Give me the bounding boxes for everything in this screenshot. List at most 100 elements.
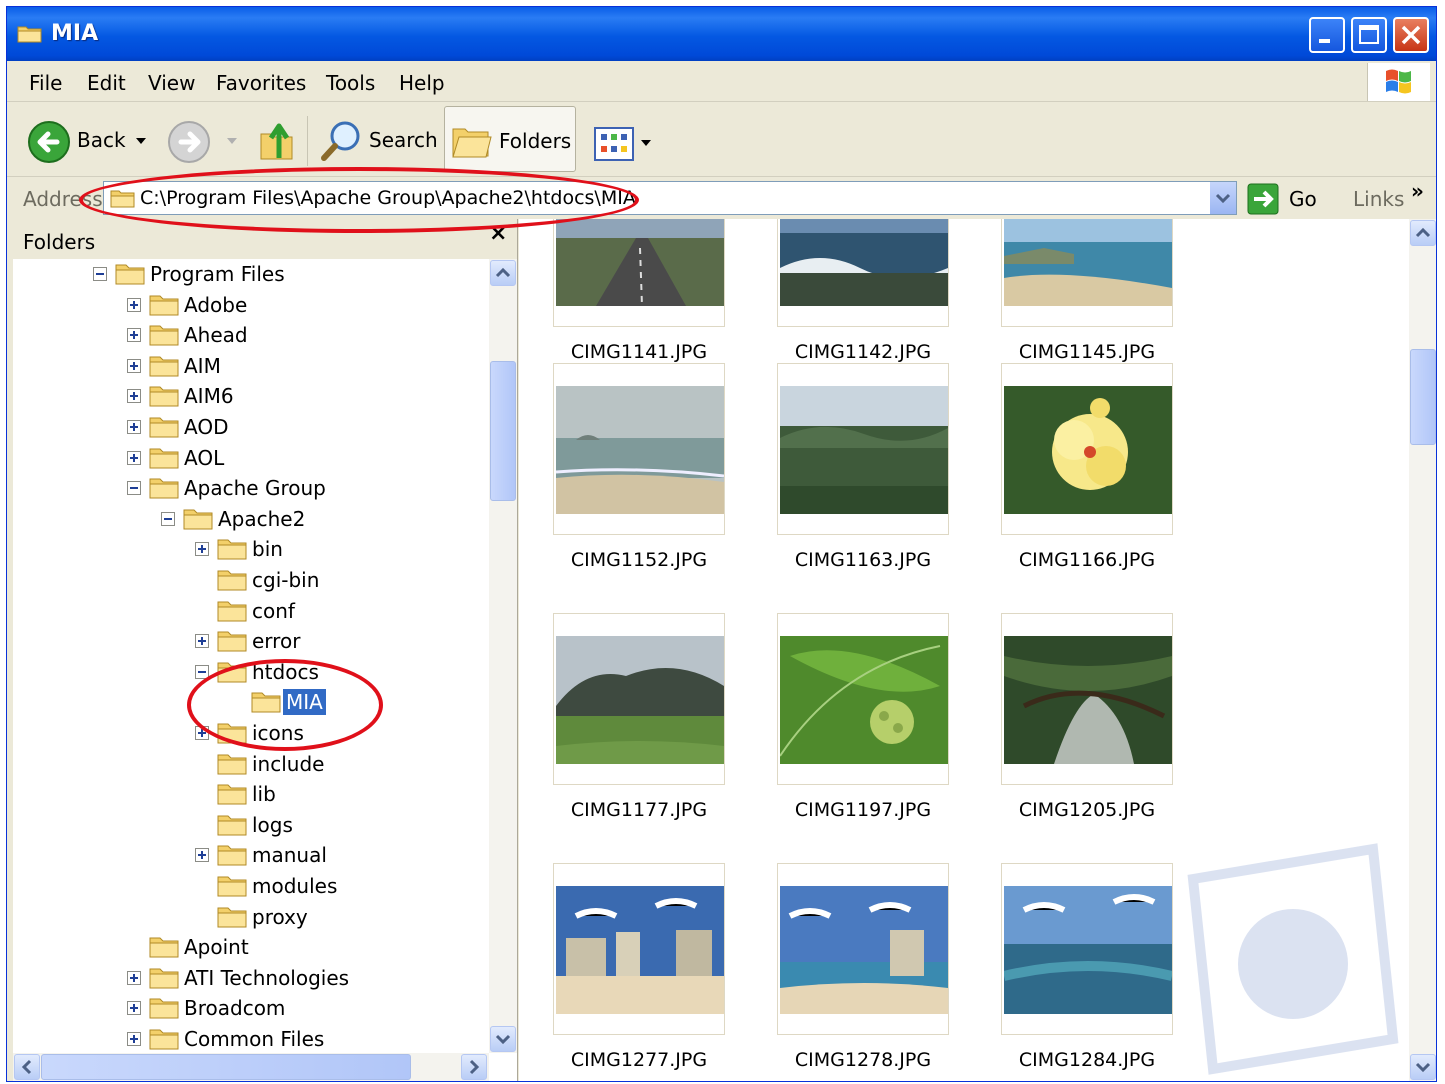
folders-button[interactable]: Folders (444, 106, 576, 172)
expand-plus-icon[interactable] (127, 389, 141, 404)
file-view-scrollbar[interactable] (1409, 219, 1436, 1081)
expand-plus-icon[interactable] (127, 1032, 141, 1046)
scroll-thumb[interactable] (490, 361, 516, 501)
tree-item[interactable]: Broadcom (13, 993, 483, 1023)
expand-plus-icon[interactable] (127, 358, 141, 373)
scroll-thumb[interactable] (1410, 349, 1436, 445)
tree-item[interactable]: proxy (13, 902, 483, 932)
views-icon[interactable] (593, 126, 655, 164)
tree-item-label: lib (252, 782, 276, 807)
search-icon[interactable] (319, 118, 365, 164)
tree-item[interactable]: Adobe (13, 290, 483, 320)
up-folder-icon[interactable] (257, 118, 297, 164)
file-name: CIMG1152.JPG (570, 549, 708, 571)
tree-item[interactable]: manual (13, 840, 483, 870)
menu-view[interactable]: View (148, 71, 195, 95)
go-arrow-icon[interactable] (1247, 183, 1279, 215)
tree-item[interactable]: Apoint (13, 932, 483, 962)
menu-favorites[interactable]: Favorites (216, 71, 306, 95)
tree-item[interactable]: error (13, 626, 483, 656)
tree-item[interactable]: Ahead (13, 320, 483, 350)
tree-item[interactable]: logs (13, 810, 483, 840)
file-name: CIMG1278.JPG (794, 1049, 932, 1071)
tree-item[interactable]: conf (13, 596, 483, 626)
tree-item[interactable]: Apache2 (13, 504, 483, 534)
scroll-up-button[interactable] (1410, 220, 1436, 246)
tree-item[interactable]: modules (13, 871, 483, 901)
expand-plus-icon[interactable] (127, 970, 141, 985)
expand-plus-icon[interactable] (195, 542, 209, 557)
tree-item[interactable]: Common Files (13, 1024, 483, 1053)
expand-plus-icon[interactable] (127, 328, 141, 343)
file-name: CIMG1277.JPG (570, 1049, 708, 1071)
scroll-left-button[interactable] (14, 1054, 40, 1080)
toolbar-overflow-icon[interactable]: » (1411, 179, 1424, 203)
folder-icon (217, 751, 247, 775)
address-path[interactable]: C:\Program Files\Apache Group\Apache2\ht… (140, 187, 636, 209)
tree-horizontal-scrollbar[interactable] (13, 1053, 489, 1081)
folder-icon (110, 190, 135, 208)
folder-icon (217, 904, 247, 928)
collapse-minus-icon[interactable] (93, 267, 107, 281)
menu-help[interactable]: Help (399, 71, 445, 95)
tree-item[interactable]: bin (13, 534, 483, 564)
scroll-down-button[interactable] (1410, 1054, 1436, 1080)
close-pane-icon[interactable]: × (489, 221, 507, 246)
maximize-button[interactable] (1351, 17, 1387, 53)
expand-plus-icon[interactable] (127, 297, 141, 312)
tree-vertical-scrollbar[interactable] (489, 259, 517, 1053)
address-dropdown-button[interactable] (1210, 182, 1236, 214)
scroll-up-button[interactable] (490, 260, 516, 286)
folder-icon (217, 659, 247, 683)
expand-plus-icon[interactable] (127, 1001, 141, 1016)
folder-icon (149, 322, 179, 346)
forward-arrow-icon[interactable] (167, 120, 211, 164)
folder-icon (17, 26, 42, 43)
folder-icon (217, 567, 247, 591)
collapse-minus-icon[interactable] (161, 511, 175, 526)
title-bar[interactable]: MIA (7, 7, 1436, 61)
forward-dropdown-icon[interactable] (226, 136, 238, 146)
address-label: Address (23, 187, 103, 211)
search-button[interactable]: Search (369, 128, 438, 152)
collapse-minus-icon[interactable] (195, 664, 209, 679)
scroll-down-button[interactable] (490, 1026, 516, 1052)
close-button[interactable] (1393, 17, 1429, 53)
expand-plus-icon[interactable] (127, 420, 141, 434)
expand-plus-icon[interactable] (195, 848, 209, 863)
expand-plus-icon[interactable] (127, 450, 141, 465)
tree-item[interactable]: AIM6 (13, 381, 483, 411)
scroll-right-button[interactable] (461, 1054, 487, 1080)
links-toolbar[interactable]: Links (1353, 187, 1404, 211)
expand-plus-icon[interactable] (195, 726, 209, 740)
tree-item[interactable]: AOD (13, 412, 483, 442)
go-button[interactable]: Go (1289, 187, 1317, 211)
expand-plus-icon[interactable] (195, 634, 209, 649)
tree-item[interactable]: AOL (13, 443, 483, 473)
address-field[interactable]: C:\Program Files\Apache Group\Apache2\ht… (103, 181, 1237, 215)
menu-tools[interactable]: Tools (326, 71, 375, 95)
menu-edit[interactable]: Edit (87, 71, 126, 95)
windows-logo-icon (1367, 63, 1430, 101)
tree-item[interactable]: include (13, 749, 483, 779)
tree-item[interactable]: Apache Group (13, 473, 483, 503)
back-button[interactable]: Back (77, 128, 126, 152)
minimize-button[interactable] (1309, 17, 1345, 53)
horizontal-scroll-thumb[interactable] (41, 1054, 411, 1080)
tree-item-label: Common Files (184, 1027, 325, 1051)
back-arrow-icon[interactable] (27, 120, 71, 164)
file-name: CIMG1163.JPG (794, 549, 932, 571)
collapse-minus-icon[interactable] (127, 481, 141, 496)
tree-item[interactable]: cgi-bin (13, 565, 483, 595)
tree-item[interactable]: Program Files (13, 259, 483, 289)
folder-icon (149, 383, 179, 407)
folder-icon (217, 720, 247, 744)
tree-item[interactable]: ATI Technologies (13, 963, 483, 993)
tree-item[interactable]: lib (13, 779, 483, 809)
menu-file[interactable]: File (29, 71, 62, 95)
tree-item[interactable]: htdocs (13, 657, 483, 687)
tree-item[interactable]: AIM (13, 351, 483, 381)
tree-item[interactable]: icons (13, 718, 483, 748)
back-dropdown-icon[interactable] (135, 136, 147, 146)
tree-item[interactable]: MIA (13, 687, 483, 717)
